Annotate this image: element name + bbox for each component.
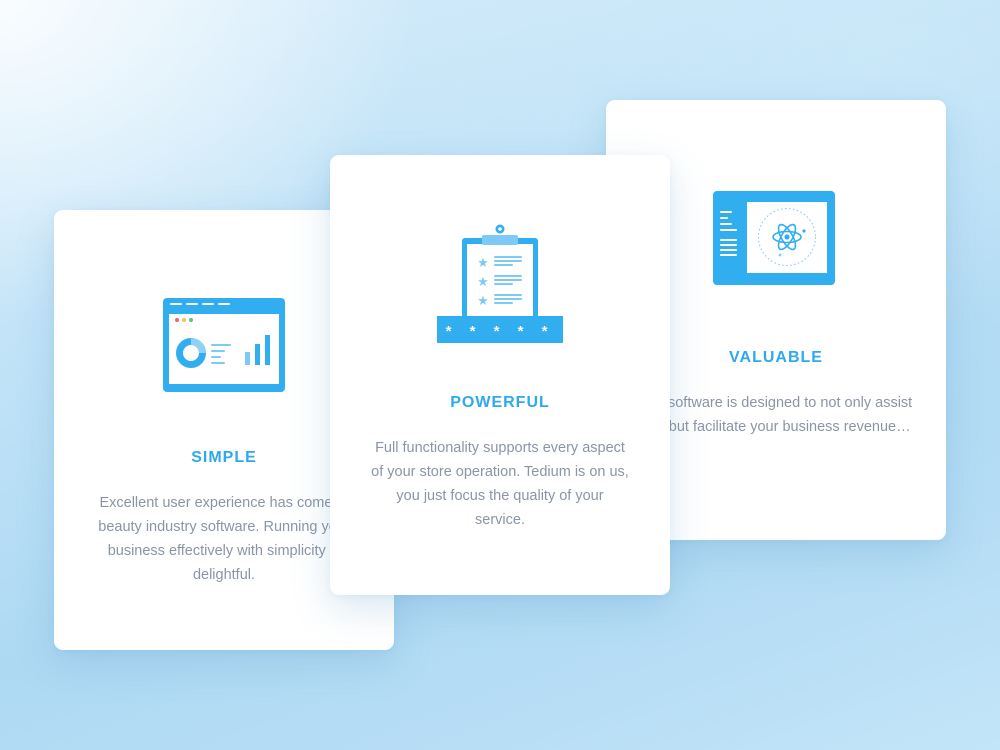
svg-text:★: ★ bbox=[477, 275, 489, 290]
svg-text:★: ★ bbox=[477, 294, 489, 309]
card-description-line: Full functionality supports every aspect bbox=[375, 440, 625, 456]
card-description: Full functionality supports every aspect… bbox=[330, 436, 670, 532]
card-description-line: service. bbox=[475, 512, 525, 528]
card-title: POWERFUL bbox=[450, 394, 550, 411]
dashboard-window-icon bbox=[163, 298, 285, 392]
card-description-line: you just focus the quality of your bbox=[396, 488, 604, 504]
feature-card-powerful: ★ ★ ★ * * * * * POWERFUL Full functional… bbox=[330, 155, 670, 595]
card-description-line: of your store operation. Tedium is on us… bbox=[371, 464, 629, 480]
rating-stars-text: * * * * * bbox=[446, 323, 555, 340]
atom-screen-icon bbox=[713, 191, 835, 285]
clipboard-rating-icon: ★ ★ ★ * * * * * bbox=[437, 224, 563, 343]
svg-text:★: ★ bbox=[477, 256, 489, 271]
